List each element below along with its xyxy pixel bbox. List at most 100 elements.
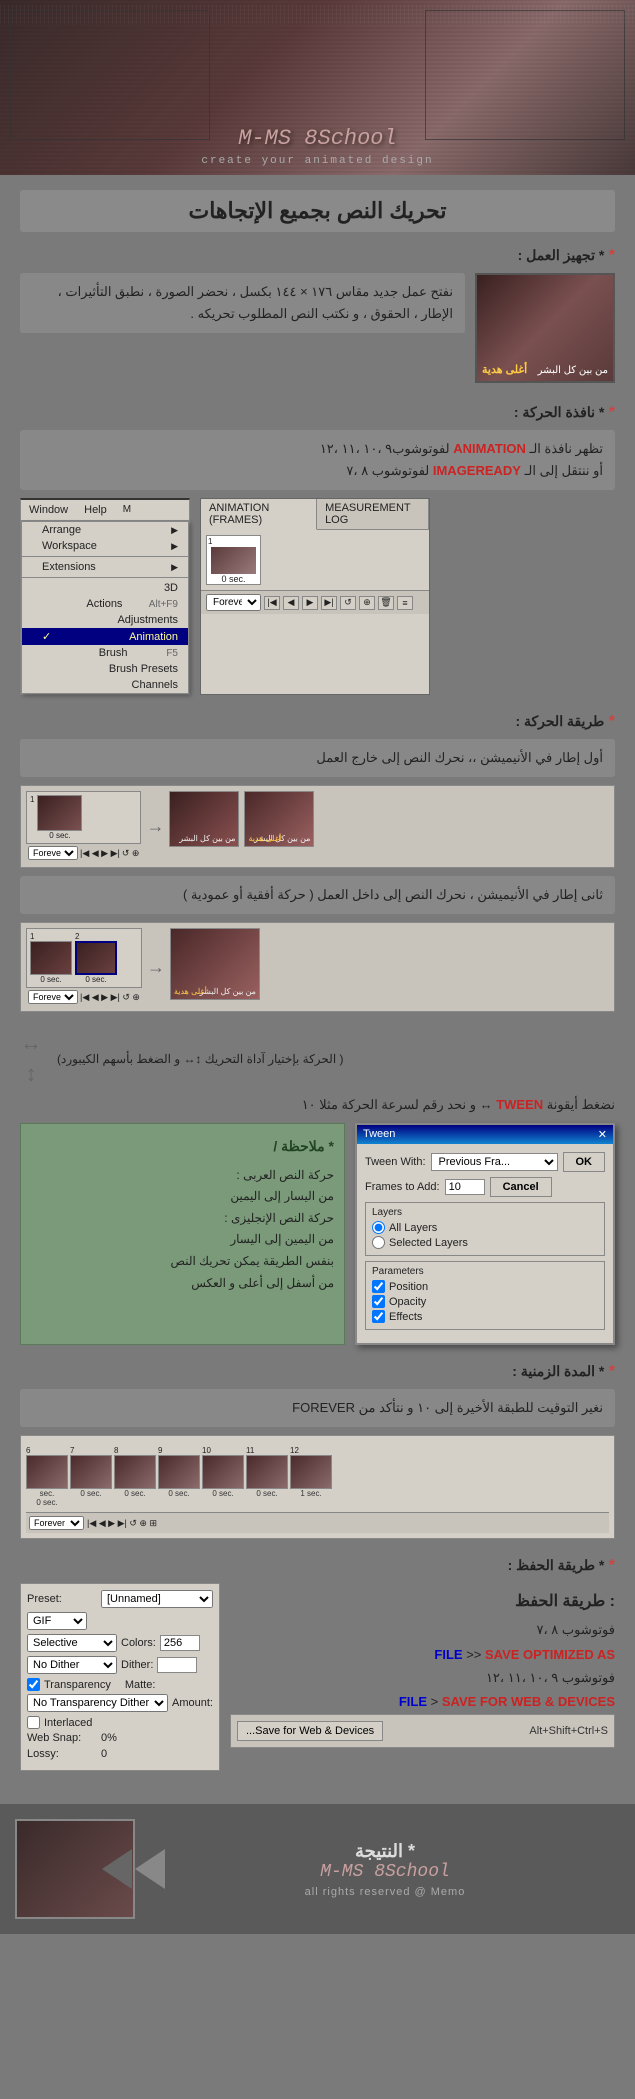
frame-result: من بين كل البشر أغلى هدية <box>170 928 260 1000</box>
note-title: * ملاحظة / <box>31 1134 334 1159</box>
save-optimized-row: FILE >> SAVE OPTIMIZED AS <box>230 1647 615 1662</box>
ps-version-note-87: فوتوشوب ٨ ،٧ <box>230 1619 615 1641</box>
forever-select-2[interactable]: Forever <box>28 846 78 860</box>
anim-btn-first[interactable]: |◀ <box>264 596 280 610</box>
timeline-forever-select[interactable]: Forever <box>29 1516 84 1530</box>
extensions-menu-row[interactable]: Extensions▶ <box>22 559 188 575</box>
brush-menu-row[interactable]: BrushF5 <box>22 645 188 661</box>
anim-btn-play[interactable]: ▶ <box>302 596 318 610</box>
step1-image-label: أغلى هدية <box>482 363 527 376</box>
opacity-checkbox[interactable] <box>372 1295 385 1308</box>
help-menu-item[interactable]: Help <box>76 502 115 518</box>
lossy-label: Lossy: <box>27 1748 97 1760</box>
workspace-menu-row[interactable]: Workspace▶ <box>22 538 188 554</box>
step4-section: ↔ ↕ ( الحركة بإختيار آداة التحريك ↕↔ و ا… <box>20 1030 615 1345</box>
frames-demo-2: 1 0 sec. 2 0 sec. Forever |◀ ◀ ▶ ▶| ↺ ⊕ <box>20 922 615 1012</box>
tween-with-row: Tween With: Previous Fra... OK <box>365 1152 605 1172</box>
timeline-frame-8: 8 0 sec. <box>114 1446 156 1498</box>
timeline-frame-10: 10 0 sec. <box>202 1446 244 1498</box>
result-site-title: M-MS 8School <box>150 1862 620 1882</box>
save-instructions: : طريقة الحفظ فوتوشوب ٨ ،٧ FILE >> SAVE … <box>230 1583 615 1771</box>
timeline-controls: Forever |◀ ◀ ▶ ▶| ↺ ⊕ ⊞ <box>26 1512 609 1533</box>
anim-btn-delete[interactable]: 🗑 <box>378 596 394 610</box>
web-snap-row: Web Snap: 0% <box>27 1732 213 1744</box>
transparency-dither-select[interactable]: No Transparency Dither <box>27 1694 168 1712</box>
position-checkbox[interactable] <box>372 1280 385 1293</box>
arrange-menu-row[interactable]: Arrange▶ <box>22 522 188 538</box>
all-layers-radio-input[interactable] <box>372 1221 385 1234</box>
dither-select[interactable]: No Dither <box>27 1656 117 1674</box>
all-layers-radio: All Layers <box>372 1221 598 1234</box>
save-panel-container: Preset: [Unnamed] GIF Selec <box>20 1583 220 1771</box>
dither-row: No Dither Dither: <box>27 1656 213 1674</box>
transparency-checkbox[interactable] <box>27 1678 40 1691</box>
brush-presets-menu-row[interactable]: Brush Presets <box>22 661 188 677</box>
layers-group: Layers All Layers Selected Layers <box>365 1202 605 1256</box>
panel-frame-1 <box>30 941 72 975</box>
note-line3: حركة النص الإنجليزى : <box>31 1208 334 1230</box>
step4-tween-text: نضغط أيقونة TWEEN ↔ و نحد رقم لسرعة الحر… <box>20 1097 615 1113</box>
animation-menu-row[interactable]: ✓Animation <box>22 628 188 645</box>
interlaced-checkbox[interactable] <box>27 1716 40 1729</box>
tween-with-label: Tween With: <box>365 1156 426 1168</box>
adjustments-menu-row[interactable]: Adjustments <box>22 612 188 628</box>
frames-to-add-input[interactable] <box>445 1179 485 1195</box>
result-section: * النتيجة M-MS 8School all rights reserv… <box>0 1804 635 1934</box>
actions-menu-row[interactable]: ActionsAlt+F9 <box>22 596 188 612</box>
result-arrows <box>102 1849 165 1889</box>
ps-version-note-12: فوتوشوب ٩ ،١٠ ،١١ ،١٢ <box>230 1667 615 1689</box>
step1-body: نفتح عمل جديد مقاس ١٧٦ × ١٤٤ بكسل ، نحضر… <box>20 273 465 333</box>
page-title: تحريك النص بجميع الإتجاهات <box>20 190 615 232</box>
step6-header: * * طريقة الحفظ : <box>20 1557 615 1575</box>
anim-btn-prev[interactable]: ◀ <box>283 596 299 610</box>
step3-body2: ثانى إطار في الأنيميشن ، نحرك النص إلى د… <box>20 876 615 914</box>
note-line4: من اليمين إلى اليسار <box>31 1229 334 1251</box>
selected-layers-radio-input[interactable] <box>372 1236 385 1249</box>
preset-select[interactable]: [Unnamed] <box>101 1590 213 1608</box>
tween-ok-button[interactable]: OK <box>563 1152 606 1172</box>
anim-btn-next[interactable]: ▶| <box>321 596 337 610</box>
effects-checkbox-row: Effects <box>372 1310 598 1323</box>
window-menu-item[interactable]: Window <box>21 502 76 518</box>
timeline-frame-9: 9 0 sec. <box>158 1446 200 1498</box>
result-image-container <box>15 1819 135 1919</box>
timeline-frame-12: 12 1 sec. <box>290 1446 332 1498</box>
tween-with-select[interactable]: Previous Fra... <box>431 1153 558 1171</box>
3d-menu-row[interactable]: 3D <box>22 580 188 596</box>
frame-thumb-1 <box>37 795 82 831</box>
step6-section: * * طريقة الحفظ : Preset: [Unnamed] <box>20 1557 615 1771</box>
window-menu-panel: Window Help M Arrange▶ Workspace▶ Extens… <box>20 498 190 695</box>
step5-section: * * المدة الزمنية : نغير التوقيت للطبقة … <box>20 1363 615 1539</box>
timeline-frame-7: 7 0 sec. <box>70 1446 112 1498</box>
interlaced-row: Interlaced <box>27 1716 213 1729</box>
channels-menu-row[interactable]: Channels <box>22 677 188 693</box>
anim-btn-loop[interactable]: ↺ <box>340 596 356 610</box>
save-panel: Preset: [Unnamed] GIF Selec <box>20 1583 220 1771</box>
parameters-group-title: Parameters <box>372 1266 598 1277</box>
selected-layers-radio: Selected Layers <box>372 1236 598 1249</box>
step1-section: * * تجهيز العمل : من بين كل البشر أغلى ه… <box>20 247 615 386</box>
horizontal-arrow-icon: ↔ <box>20 1030 42 1056</box>
anim-btn-menu[interactable]: ≡ <box>397 596 413 610</box>
anim-tab-measure[interactable]: MEASUREMENT LOG <box>317 499 429 529</box>
format-select[interactable]: GIF <box>27 1612 87 1630</box>
dither-input[interactable] <box>157 1657 197 1673</box>
anim-btn-copy[interactable]: ⊕ <box>359 596 375 610</box>
anim-tab-frames[interactable]: ANIMATION (FRAMES) <box>201 499 317 530</box>
anim-frame-1: 1 0 sec. <box>206 535 261 585</box>
forever-select[interactable]: Forever <box>206 594 261 611</box>
tween-cancel-button[interactable]: Cancel <box>490 1177 552 1197</box>
anim-frame-thumb <box>211 547 256 574</box>
header-subtitle: create your animated design <box>201 155 433 167</box>
forever-select-3[interactable]: Forever <box>28 990 78 1004</box>
preset-row: Preset: [Unnamed] <box>27 1590 213 1608</box>
save-for-web-button[interactable]: Save for Web & Devices... <box>237 1721 383 1741</box>
extra-menu-item[interactable]: M <box>115 502 139 518</box>
step3-body1: أول إطار في الأنيميشن ،، نحرك النص إلى خ… <box>20 739 615 777</box>
effects-checkbox[interactable] <box>372 1310 385 1323</box>
frame-motion-1: من بين كل البشر <box>169 791 239 847</box>
colors-input[interactable] <box>160 1635 200 1651</box>
frame-num-1: 1 <box>30 795 34 840</box>
anim-controls-bar: Forever |◀ ◀ ▶ ▶| ↺ ⊕ 🗑 ≡ <box>201 590 429 614</box>
selective-select[interactable]: Selective <box>27 1634 117 1652</box>
